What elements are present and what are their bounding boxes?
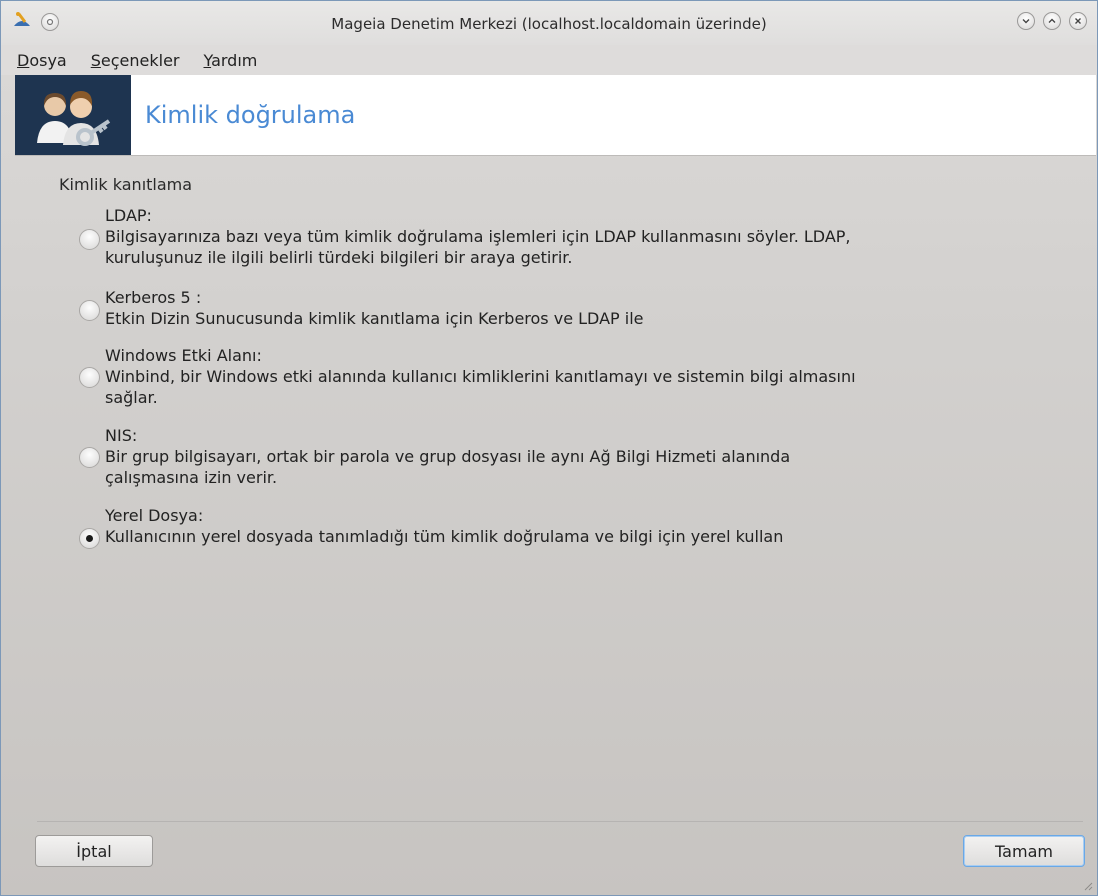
menu-yardim[interactable]: Yardım [204,51,258,70]
title-bar[interactable]: Mageia Denetim Merkezi (localhost.locald… [1,1,1097,45]
resize-grip-icon[interactable] [1083,881,1093,891]
users-key-icon [15,75,131,155]
cancel-button[interactable]: İptal [35,835,153,867]
menu-dosya[interactable]: Dosya [17,51,67,70]
option-ldap-name: LDAP: [105,206,152,225]
radio-windows[interactable] [79,367,100,388]
page-title: Kimlik doğrulama [145,101,356,129]
option-windows-desc: Winbind, bir Windows etki alanında kulla… [105,367,856,407]
radio-ldap[interactable] [79,229,100,250]
maximize-button[interactable] [1043,12,1061,30]
option-windows-name: Windows Etki Alanı: [105,346,262,365]
minimize-button[interactable] [1017,12,1035,30]
section-label: Kimlik kanıtlama [59,175,193,194]
radio-nis[interactable] [79,447,100,468]
menu-secenekler[interactable]: Seçenekler [91,51,180,70]
close-button[interactable] [1069,12,1087,30]
main-content: Kimlik kanıtlama LDAP: Bilgisayarınıza b… [15,155,1083,825]
option-nis-name: NIS: [105,426,138,445]
header-banner: Kimlik doğrulama [15,75,1096,156]
window-title: Mageia Denetim Merkezi (localhost.locald… [331,15,767,33]
app-window: Mageia Denetim Merkezi (localhost.locald… [0,0,1098,896]
divider [37,821,1083,822]
option-kerberos-desc: Etkin Dizin Sunucusunda kimlik kanıtlama… [105,309,644,328]
option-local-file-desc: Kullanıcının yerel dosyada tanımladığı t… [105,527,784,546]
menu-bar: Dosya Seçenekler Yardım [1,45,1097,75]
radio-kerberos[interactable] [79,300,100,321]
option-local-file-name: Yerel Dosya: [105,506,204,525]
ok-button[interactable]: Tamam [963,835,1085,867]
option-ldap-desc: Bilgisayarınıza bazı veya tüm kimlik doğ… [105,227,851,267]
option-nis-desc: Bir grup bilgisayarı, ortak bir parola v… [105,447,791,487]
radio-local-file[interactable] [79,528,100,549]
option-kerberos-name: Kerberos 5 : [105,288,202,307]
